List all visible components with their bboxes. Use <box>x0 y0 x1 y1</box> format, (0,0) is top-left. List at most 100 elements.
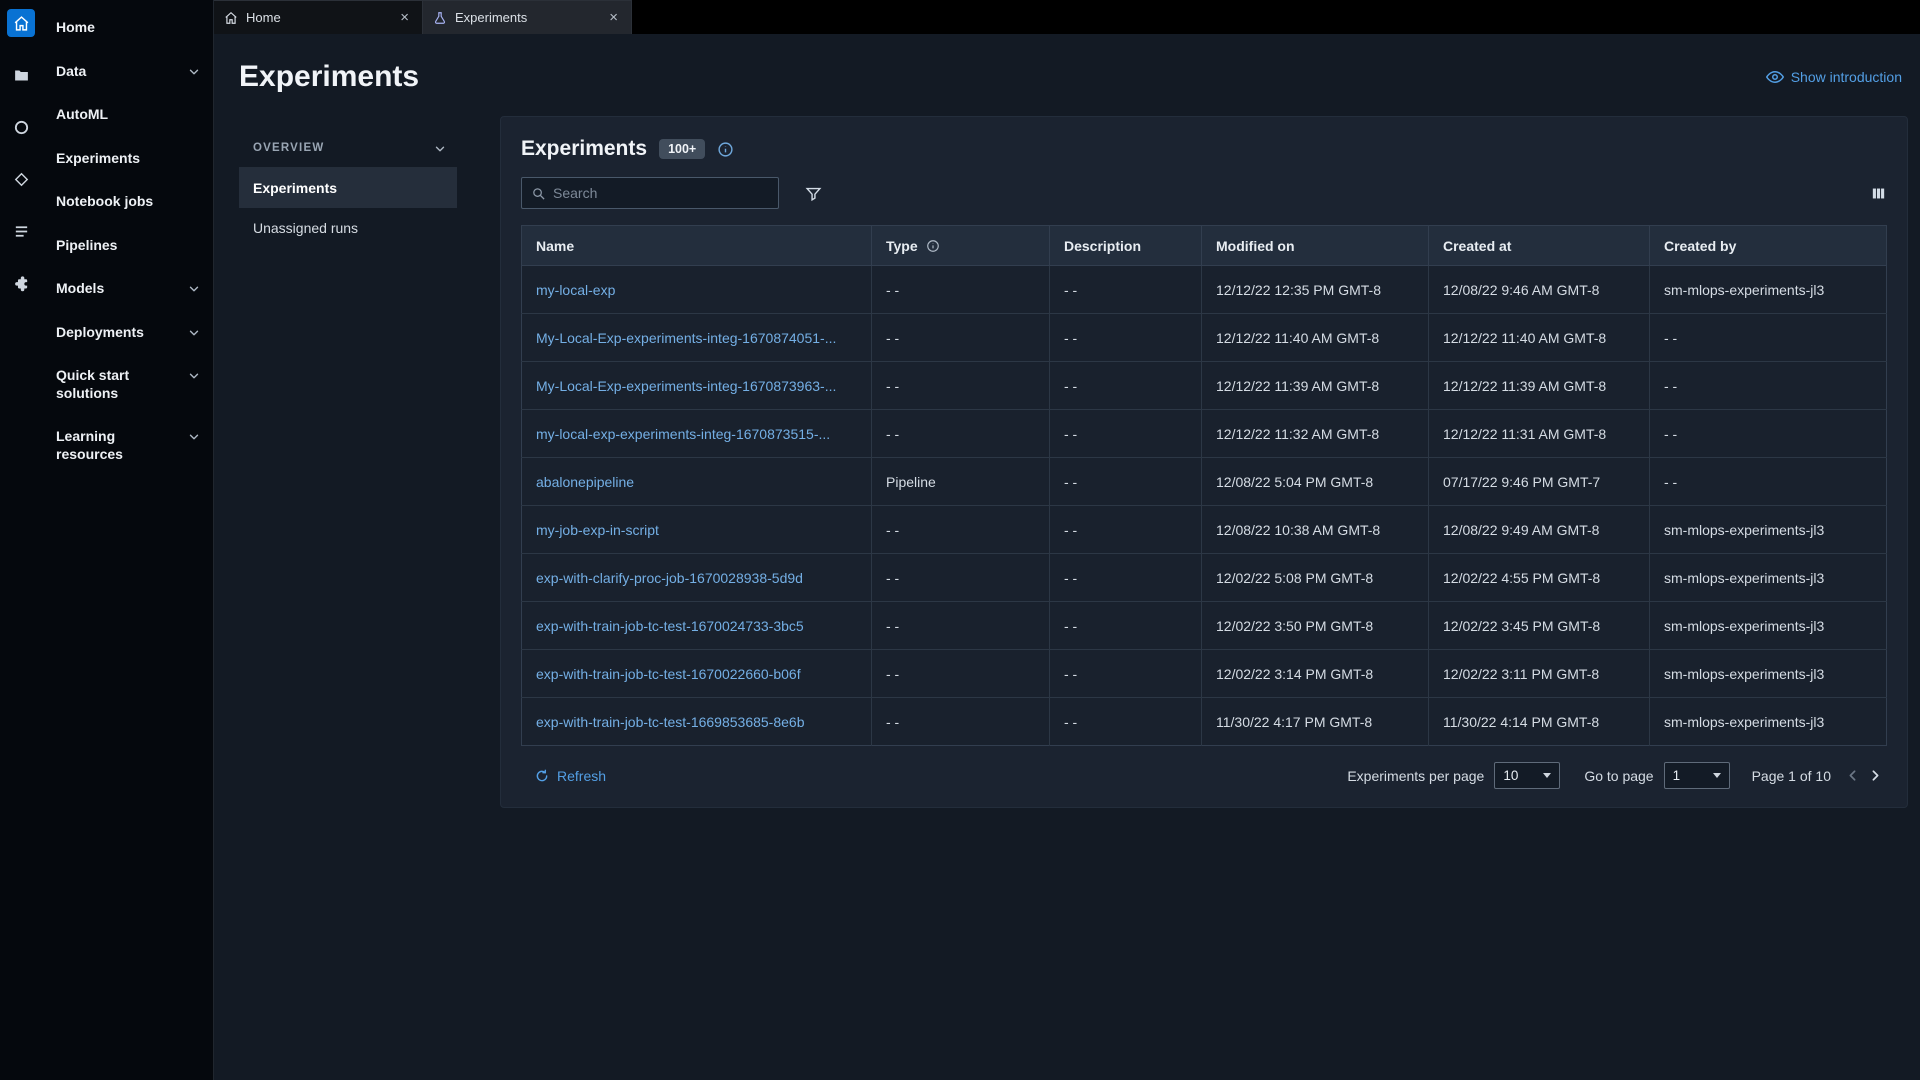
cell-created-at: 12/02/22 3:11 PM GMT-8 <box>1428 649 1650 698</box>
cell-description: - - <box>1049 649 1202 698</box>
sidebar-item-notebook-jobs[interactable]: Notebook jobs <box>54 180 203 224</box>
cell-created-at: 12/08/22 9:46 AM GMT-8 <box>1428 265 1650 314</box>
cell-name: my-job-exp-in-script <box>521 505 872 554</box>
sidebar-item-home[interactable]: Home <box>54 6 203 50</box>
chevron-down-icon <box>187 369 201 383</box>
cell-modified-on: 12/12/22 11:40 AM GMT-8 <box>1201 313 1429 362</box>
experiment-name-link[interactable]: My-Local-Exp-experiments-integ-167087396… <box>536 378 836 394</box>
cell-description: - - <box>1049 313 1202 362</box>
table-row: My-Local-Exp-experiments-integ-167087405… <box>521 313 1887 362</box>
cell-type: - - <box>871 505 1050 554</box>
info-icon[interactable] <box>926 239 940 253</box>
go-to-page-select[interactable]: 1 <box>1663 762 1730 789</box>
cell-created-by: sm-mlops-experiments-jl3 <box>1649 265 1887 314</box>
column-header-type: Type <box>871 225 1050 266</box>
table-of-contents-rail-button[interactable] <box>7 217 35 245</box>
experiment-name-link[interactable]: My-Local-Exp-experiments-integ-167087405… <box>536 330 836 346</box>
tab-experiments[interactable]: Experiments × <box>423 0 632 34</box>
cell-created-at: 12/02/22 3:45 PM GMT-8 <box>1428 601 1650 650</box>
pagination: Experiments per page 10 Go to page 1 Pag… <box>1347 762 1887 789</box>
experiment-name-link[interactable]: exp-with-train-job-tc-test-1670024733-3b… <box>536 618 804 634</box>
cell-created-by: sm-mlops-experiments-jl3 <box>1649 601 1887 650</box>
cell-description: - - <box>1049 553 1202 602</box>
sidebar-item-data[interactable]: Data <box>54 50 203 94</box>
cell-created-by: sm-mlops-experiments-jl3 <box>1649 505 1887 554</box>
cell-created-at: 12/12/22 11:39 AM GMT-8 <box>1428 361 1650 410</box>
sidebar-item-label: Deployments <box>56 323 144 340</box>
home-rail-button[interactable] <box>7 9 35 37</box>
content: Experiments Show introduction OVERVIEW E… <box>214 34 1920 1080</box>
puzzle-icon <box>13 275 30 292</box>
cell-type: - - <box>871 697 1050 746</box>
column-settings-icon[interactable] <box>1870 185 1887 202</box>
per-page-select[interactable]: 10 <box>1494 762 1561 789</box>
experiment-name-link[interactable]: exp-with-train-job-tc-test-1670022660-b0… <box>536 666 801 682</box>
cell-created-by: - - <box>1649 313 1887 362</box>
caret-down-icon <box>1543 773 1552 778</box>
caret-down-icon <box>1712 773 1721 778</box>
sidebar-item-label: Learning resources <box>56 428 123 462</box>
cell-created-by: - - <box>1649 409 1887 458</box>
experiment-name-link[interactable]: abalonepipeline <box>536 474 634 490</box>
cell-name: abalonepipeline <box>521 457 872 506</box>
previous-page-button[interactable] <box>1841 764 1864 787</box>
show-introduction-button[interactable]: Show introduction <box>1765 68 1902 86</box>
sidebar-item-automl[interactable]: AutoML <box>54 93 203 137</box>
cell-description: - - <box>1049 505 1202 554</box>
subnav-section-overview[interactable]: OVERVIEW <box>239 132 457 168</box>
cell-created-at: 11/30/22 4:14 PM GMT-8 <box>1428 697 1650 746</box>
experiment-name-link[interactable]: my-local-exp-experiments-integ-167087351… <box>536 426 830 442</box>
cell-name: exp-with-clarify-proc-job-1670028938-5d9… <box>521 553 872 602</box>
icon-rail <box>0 0 42 1080</box>
close-icon[interactable]: × <box>397 8 412 27</box>
cell-created-by: sm-mlops-experiments-jl3 <box>1649 649 1887 698</box>
tab-home[interactable]: Home × <box>214 0 423 34</box>
chevron-down-icon <box>187 65 201 79</box>
sidebar-item-deployments[interactable]: Deployments <box>54 311 203 355</box>
home-icon <box>13 15 30 32</box>
sidebar-item-learning-resources[interactable]: Learning resources <box>54 415 203 476</box>
home-icon <box>224 11 238 25</box>
close-icon[interactable]: × <box>606 8 621 27</box>
cell-name: my-local-exp <box>521 265 872 314</box>
git-rail-button[interactable] <box>7 165 35 193</box>
tab-label: Experiments <box>455 10 528 25</box>
filter-icon[interactable] <box>805 185 822 202</box>
cell-modified-on: 12/02/22 5:08 PM GMT-8 <box>1201 553 1429 602</box>
refresh-button[interactable]: Refresh <box>535 768 606 784</box>
sidebar-item-label: Experiments <box>56 149 141 166</box>
experiments-table-body: my-local-exp - -- -12/12/22 12:35 PM GMT-… <box>521 265 1887 746</box>
search-input[interactable] <box>553 185 769 201</box>
table-row: My-Local-Exp-experiments-integ-167087396… <box>521 361 1887 410</box>
subnav-item-experiments[interactable]: Experiments <box>239 168 457 208</box>
chevron-down-icon <box>187 430 201 444</box>
experiment-name-link[interactable]: exp-with-clarify-proc-job-1670028938-5d9… <box>536 570 803 586</box>
cell-description: - - <box>1049 601 1202 650</box>
cell-created-at: 12/02/22 4:55 PM GMT-8 <box>1428 553 1650 602</box>
cell-created-at: 12/12/22 11:31 AM GMT-8 <box>1428 409 1650 458</box>
sidebar-item-label: Models <box>56 280 105 296</box>
experiment-name-link[interactable]: my-job-exp-in-script <box>536 522 659 538</box>
cell-modified-on: 12/02/22 3:50 PM GMT-8 <box>1201 601 1429 650</box>
cell-type: - - <box>871 601 1050 650</box>
sidebar-item-experiments[interactable]: Experiments <box>54 137 203 181</box>
cell-description: - - <box>1049 265 1202 314</box>
cell-description: - - <box>1049 457 1202 506</box>
subnav-section-label: OVERVIEW <box>253 142 325 154</box>
column-header-description: Description <box>1049 225 1202 266</box>
sidebar-item-pipelines[interactable]: Pipelines <box>54 224 203 268</box>
info-icon[interactable] <box>717 141 734 158</box>
git-icon <box>13 171 30 188</box>
extensions-rail-button[interactable] <box>7 269 35 297</box>
file-browser-rail-button[interactable] <box>7 61 35 89</box>
subnav-item-unassigned-runs[interactable]: Unassigned runs <box>239 208 457 248</box>
experiment-name-link[interactable]: my-local-exp <box>536 282 615 298</box>
sidebar-item-models[interactable]: Models <box>54 267 203 311</box>
sidebar-item-label: Data <box>56 62 87 79</box>
flask-icon <box>433 11 447 25</box>
table-row: exp-with-clarify-proc-job-1670028938-5d9… <box>521 553 1887 602</box>
running-terminals-rail-button[interactable] <box>7 113 35 141</box>
next-page-button[interactable] <box>1864 764 1887 787</box>
experiment-name-link[interactable]: exp-with-train-job-tc-test-1669853685-8e… <box>536 714 804 730</box>
sidebar-item-quick-start-solutions[interactable]: Quick start solutions <box>54 354 203 415</box>
